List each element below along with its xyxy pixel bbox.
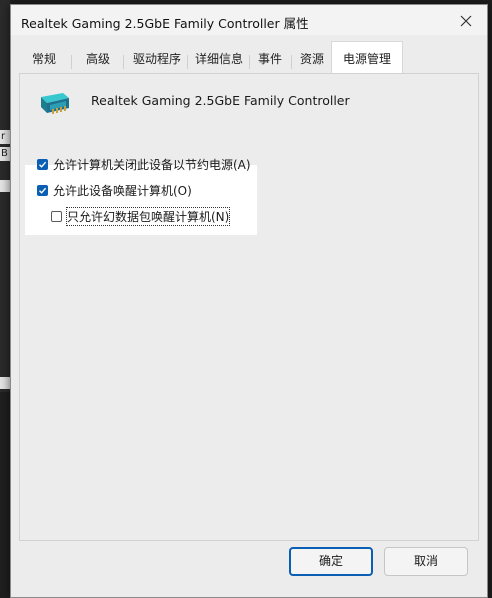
properties-dialog: Realtek Gaming 2.5GbE Family Controller … [10, 4, 488, 598]
tab-content-panel [19, 73, 479, 541]
tab-separator [291, 55, 292, 69]
checkbox-unchecked[interactable] [51, 211, 62, 222]
option-label: 只允许幻数据包唤醒计算机(N) [65, 207, 231, 226]
tab-advanced[interactable]: 高级 [79, 45, 117, 73]
device-name: Realtek Gaming 2.5GbE Family Controller [91, 93, 350, 108]
tab-strip: 常规 高级 驱动程序 详细信息 事件 资源 电源管理 [19, 41, 479, 77]
checkbox-checked[interactable] [37, 159, 48, 170]
close-icon [460, 15, 472, 27]
tab-separator [187, 55, 188, 69]
title-bar[interactable]: Realtek Gaming 2.5GbE Family Controller … [11, 5, 487, 35]
background-fragment [0, 377, 10, 389]
checkbox-checked[interactable] [37, 185, 48, 196]
option-magic-packet-only[interactable]: 只允许幻数据包唤醒计算机(N) [51, 207, 231, 226]
window-title: Realtek Gaming 2.5GbE Family Controller … [21, 16, 309, 31]
option-allow-wake[interactable]: 允许此设备唤醒计算机(O) [37, 182, 192, 199]
tab-power-management[interactable]: 电源管理 [331, 41, 403, 77]
tab-resources[interactable]: 资源 [293, 45, 331, 73]
ok-button[interactable]: 确定 [289, 547, 373, 576]
option-label: 允许此设备唤醒计算机(O) [53, 184, 192, 198]
checkmark-icon [39, 187, 47, 194]
network-adapter-icon [41, 93, 69, 114]
background-fragment: r [0, 130, 10, 144]
background-fragment [0, 180, 10, 192]
background-window-strip [0, 0, 10, 392]
tab-details[interactable]: 详细信息 [189, 45, 249, 73]
option-allow-power-off[interactable]: 允许计算机关闭此设备以节约电源(A) [37, 156, 251, 173]
option-label: 允许计算机关闭此设备以节约电源(A) [53, 158, 251, 172]
cancel-button[interactable]: 取消 [384, 547, 468, 576]
background-fragment: B [0, 147, 10, 161]
tab-separator [123, 55, 124, 69]
close-button[interactable] [453, 9, 479, 33]
tab-events[interactable]: 事件 [251, 45, 289, 73]
tab-separator [249, 55, 250, 69]
tab-general[interactable]: 常规 [25, 45, 63, 73]
tab-driver[interactable]: 驱动程序 [127, 45, 187, 73]
tab-separator [71, 55, 72, 69]
checkmark-icon [39, 161, 47, 168]
